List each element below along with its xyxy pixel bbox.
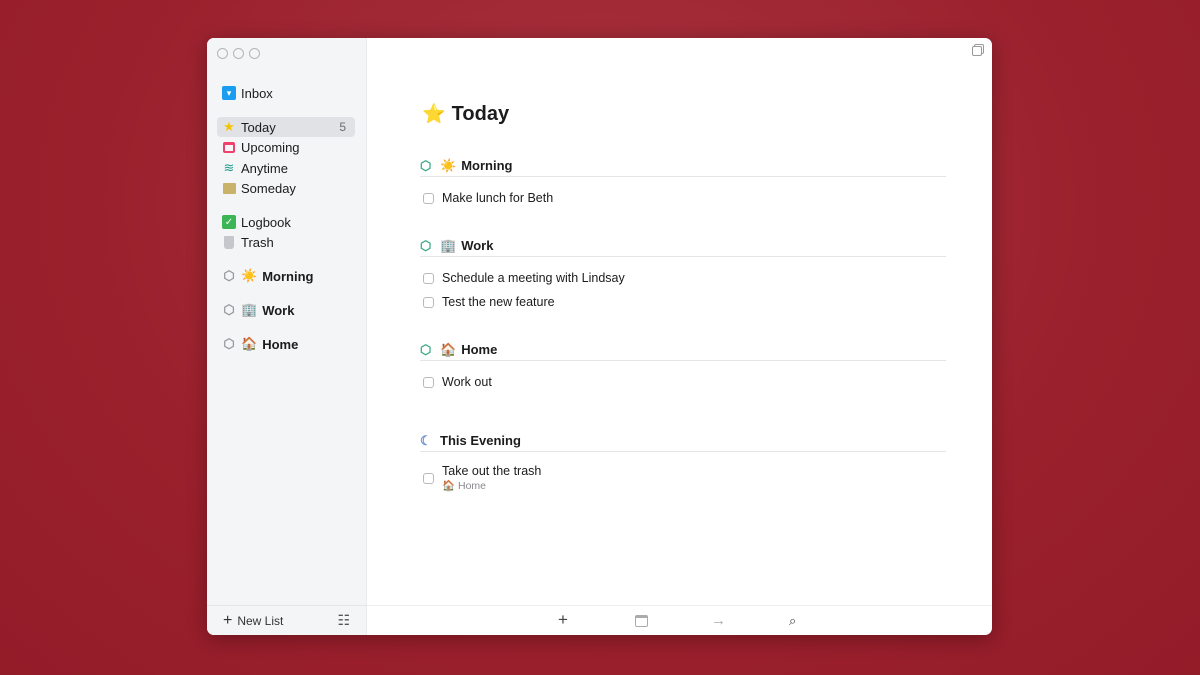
calendar-icon[interactable] <box>635 615 648 627</box>
plus-icon: + <box>223 611 233 629</box>
sidebar-item-someday[interactable]: Someday <box>217 178 355 198</box>
move-arrow-icon[interactable]: → <box>711 612 726 629</box>
bottom-toolbar: + → ⌕ <box>367 605 992 635</box>
sidebar-item-anytime[interactable]: ≋ Anytime <box>217 158 355 178</box>
task-item[interactable]: Take out the trash 🏠 Home <box>423 464 541 492</box>
search-icon[interactable]: ⌕ <box>789 613 796 629</box>
section-header-this-evening: ☾ This Evening <box>420 430 946 452</box>
sidebar-item-upcoming[interactable]: Upcoming <box>217 137 355 157</box>
sidebar-area-home[interactable]: ⬡ 🏠 Home <box>217 334 355 354</box>
main-pane: ⭐ Today ⬡ ☀️ Morning Make lunch for Beth ⬡ 🏢… <box>367 38 992 635</box>
section-header-morning[interactable]: ⬡ ☀️ Morning <box>420 155 946 177</box>
section-header-home[interactable]: ⬡ 🏠 Home <box>420 339 946 361</box>
inbox-icon: ▾ <box>222 86 236 100</box>
area-icon: ⬡ <box>420 237 432 253</box>
sidebar-area-morning[interactable]: ⬡ ☀️ Morning <box>217 266 355 286</box>
new-window-icon[interactable] <box>972 46 982 56</box>
star-icon: ⭐ <box>422 104 446 125</box>
logbook-icon: ✓ <box>222 215 236 229</box>
task-item[interactable]: Work out <box>423 375 492 389</box>
new-list-button[interactable]: + New List <box>223 612 283 630</box>
app-window: ▾ Inbox ★ Today 5 Upcoming ≋ Anytime Someday… <box>207 38 992 635</box>
sidebar-area-work[interactable]: ⬡ 🏢 Work <box>217 300 355 320</box>
sidebar-item-logbook[interactable]: ✓ Logbook <box>217 212 355 232</box>
task-checkbox[interactable] <box>423 192 434 204</box>
area-icon: ⬡ <box>223 336 235 351</box>
area-icon: ⬡ <box>223 268 235 283</box>
section-header-work[interactable]: ⬡ 🏢 Work <box>420 235 946 257</box>
zoom-window-button[interactable] <box>249 48 260 59</box>
task-item[interactable]: Test the new feature <box>423 295 555 309</box>
sidebar-item-inbox[interactable]: ▾ Inbox <box>217 83 355 103</box>
page-title: ⭐ Today <box>422 102 510 126</box>
task-checkbox[interactable] <box>423 376 434 388</box>
star-icon: ★ <box>223 119 235 134</box>
minimize-window-button[interactable] <box>233 48 244 59</box>
add-task-icon[interactable]: + <box>558 610 568 630</box>
task-item[interactable]: Schedule a meeting with Lindsay <box>423 271 625 285</box>
area-icon: ⬡ <box>420 157 432 173</box>
calendar-icon <box>222 140 236 154</box>
area-icon: ⬡ <box>223 302 235 317</box>
sidebar-item-trash[interactable]: Trash <box>217 232 355 252</box>
task-checkbox[interactable] <box>423 272 434 284</box>
moon-icon: ☾ <box>420 432 432 448</box>
sidebar-item-today[interactable]: ★ Today 5 <box>217 117 355 137</box>
close-window-button[interactable] <box>217 48 228 59</box>
task-checkbox[interactable] <box>423 296 434 308</box>
task-checkbox[interactable] <box>423 472 434 484</box>
sidebar-footer: + New List ☷ <box>207 605 367 635</box>
trash-icon <box>222 235 236 249</box>
sidebar: ▾ Inbox ★ Today 5 Upcoming ≋ Anytime Someday… <box>207 38 367 635</box>
layers-icon: ≋ <box>223 160 235 175</box>
task-item[interactable]: Make lunch for Beth <box>423 191 553 205</box>
area-icon: ⬡ <box>420 341 432 357</box>
today-count: 5 <box>339 120 346 134</box>
filter-settings-icon[interactable]: ☷ <box>337 612 350 629</box>
archive-box-icon <box>222 181 236 195</box>
